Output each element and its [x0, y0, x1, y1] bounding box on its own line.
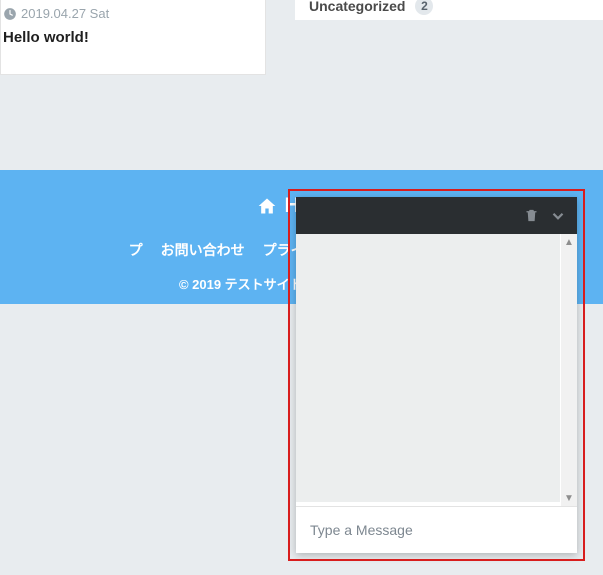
footer-link-partial[interactable]: プ	[129, 240, 143, 260]
post-title[interactable]: Hello world!	[3, 29, 265, 46]
chat-widget: ▲ ▼	[296, 197, 577, 553]
post-date: 2019.04.27 Sat	[3, 6, 265, 21]
post-date-text: 2019.04.27 Sat	[21, 6, 109, 21]
chevron-down-icon[interactable]	[549, 207, 567, 225]
category-count: 2	[415, 0, 433, 15]
scrollbar[interactable]: ▲ ▼	[561, 234, 577, 506]
category-item[interactable]: Uncategorized 2	[295, 0, 603, 20]
clock-icon	[3, 7, 17, 21]
chat-header	[296, 197, 577, 234]
home-icon	[256, 196, 278, 216]
post-card[interactable]: 2019.04.27 Sat Hello world!	[0, 0, 266, 75]
chat-messages-area[interactable]	[296, 234, 560, 502]
scroll-down-arrow[interactable]: ▼	[561, 490, 577, 506]
trash-icon[interactable]	[524, 208, 539, 223]
chat-input[interactable]	[310, 522, 563, 538]
chat-input-row	[296, 506, 577, 553]
chat-body-wrap: ▲ ▼	[296, 234, 577, 506]
scroll-up-arrow[interactable]: ▲	[561, 234, 577, 250]
category-name: Uncategorized	[309, 0, 405, 14]
footer-link-contact[interactable]: お問い合わせ	[161, 240, 245, 260]
